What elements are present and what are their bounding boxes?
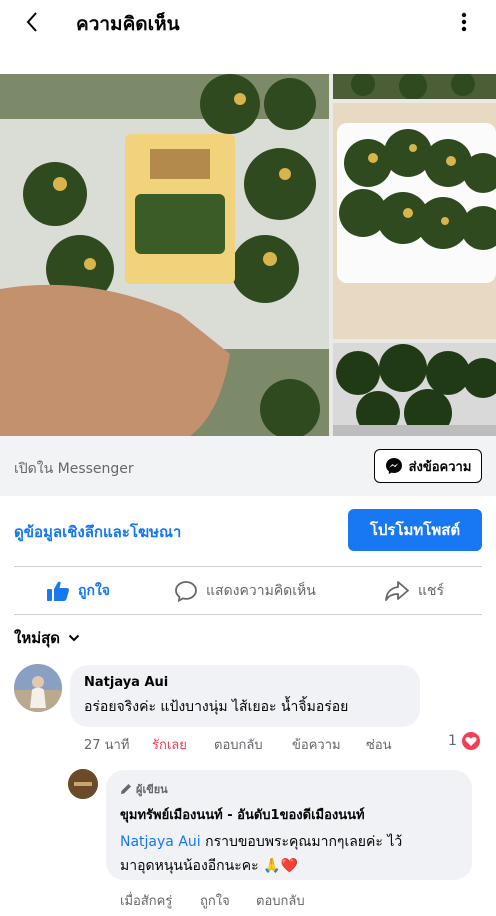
like-button[interactable]: ถูกใจ bbox=[46, 577, 110, 605]
reaction-count[interactable]: 1 bbox=[448, 731, 481, 751]
heart-icon bbox=[460, 731, 481, 751]
post-photo-3[interactable] bbox=[333, 103, 496, 339]
reply-text: Natjaya Aui กราบขอบพระคุณมากๆเลยค่ะ ไว้ … bbox=[120, 830, 458, 878]
share-button[interactable]: แชร์ bbox=[384, 577, 444, 605]
promote-post-button[interactable]: โปรโมทโพสต์ bbox=[348, 509, 482, 551]
hide-button[interactable]: ซ่อน bbox=[366, 734, 392, 755]
messenger-row: เปิดใน Messenger ส่งข้อความ bbox=[0, 436, 496, 496]
open-in-messenger-text[interactable]: เปิดใน Messenger bbox=[14, 458, 134, 480]
send-message-label: ส่งข้อความ bbox=[408, 459, 472, 475]
mention-link[interactable]: Natjaya Aui bbox=[120, 834, 201, 850]
divider bbox=[14, 614, 482, 615]
reply-text-line2: มาอุดหนุนน้องอีกนะคะ 🙏❤️ bbox=[120, 858, 298, 874]
reply-text-line1: กราบขอบพระคุณมากๆเลยค่ะ ไว้ bbox=[200, 834, 403, 850]
message-button[interactable]: ข้อความ bbox=[292, 734, 341, 755]
top-bar: ความคิดเห็น bbox=[0, 0, 496, 44]
post-photo-main[interactable] bbox=[0, 74, 329, 436]
like-label: ถูกใจ bbox=[78, 583, 110, 599]
more-vertical-icon bbox=[461, 12, 467, 32]
comment-text: อร่อยจริงค่ะ แป้งบางนุ่ม ไส้เยอะ น้ำจิ้ม… bbox=[84, 699, 349, 715]
reply-like-button[interactable]: ถูกใจ bbox=[200, 890, 230, 911]
messenger-icon bbox=[385, 458, 402, 474]
author-badge-label: ผู้เขียน bbox=[136, 783, 168, 796]
comment-button[interactable]: แสดงความคิดเห็น bbox=[174, 577, 316, 605]
avatar[interactable] bbox=[14, 664, 62, 712]
chevron-down-icon bbox=[68, 634, 80, 642]
sort-label: ใหม่สุด bbox=[14, 629, 60, 647]
sort-dropdown[interactable]: ใหม่สุด bbox=[14, 626, 80, 650]
page-avatar[interactable] bbox=[68, 769, 98, 799]
more-options-button[interactable] bbox=[454, 8, 474, 36]
reaction-count-number: 1 bbox=[448, 733, 457, 749]
share-icon bbox=[385, 581, 409, 601]
post-photo-2[interactable] bbox=[333, 74, 496, 99]
insights-and-ads-link[interactable]: ดูข้อมูลเชิงลึกและโฆษณา bbox=[14, 520, 181, 544]
chevron-left-icon bbox=[26, 12, 37, 32]
love-reaction-button[interactable]: รักเลย bbox=[152, 734, 187, 755]
comment-label: แสดงความคิดเห็น bbox=[206, 583, 316, 599]
send-message-button[interactable]: ส่งข้อความ bbox=[374, 449, 482, 483]
reply-button[interactable]: ตอบกลับ bbox=[214, 734, 263, 755]
comment-bubble: Natjaya Aui อร่อยจริงค่ะ แป้งบางนุ่ม ไส้… bbox=[70, 665, 420, 727]
back-button[interactable] bbox=[18, 8, 46, 36]
share-label: แชร์ bbox=[418, 583, 445, 599]
page-title: ความคิดเห็น bbox=[76, 13, 180, 35]
pencil-icon bbox=[121, 784, 131, 794]
thumbs-up-icon bbox=[47, 581, 69, 601]
comment-author[interactable]: Natjaya Aui bbox=[84, 675, 406, 690]
reply-reply-button[interactable]: ตอบกลับ bbox=[256, 890, 305, 911]
author-badge: ผู้เขียน bbox=[120, 780, 458, 798]
comment-timestamp: 27 นาที bbox=[84, 738, 130, 753]
divider bbox=[14, 566, 482, 567]
reply-bubble: ผู้เขียน ขุมทรัพย์เมืองนนท์ - อันดับ1ของ… bbox=[106, 770, 472, 880]
post-photo-4[interactable] bbox=[333, 343, 496, 436]
reply-timestamp: เมื่อสักครู่ bbox=[120, 894, 173, 909]
comment-icon bbox=[175, 581, 197, 602]
reply-author[interactable]: ขุมทรัพย์เมืองนนท์ - อันดับ1ของดีเมืองนน… bbox=[120, 804, 458, 825]
post-photo-grid bbox=[0, 74, 496, 436]
